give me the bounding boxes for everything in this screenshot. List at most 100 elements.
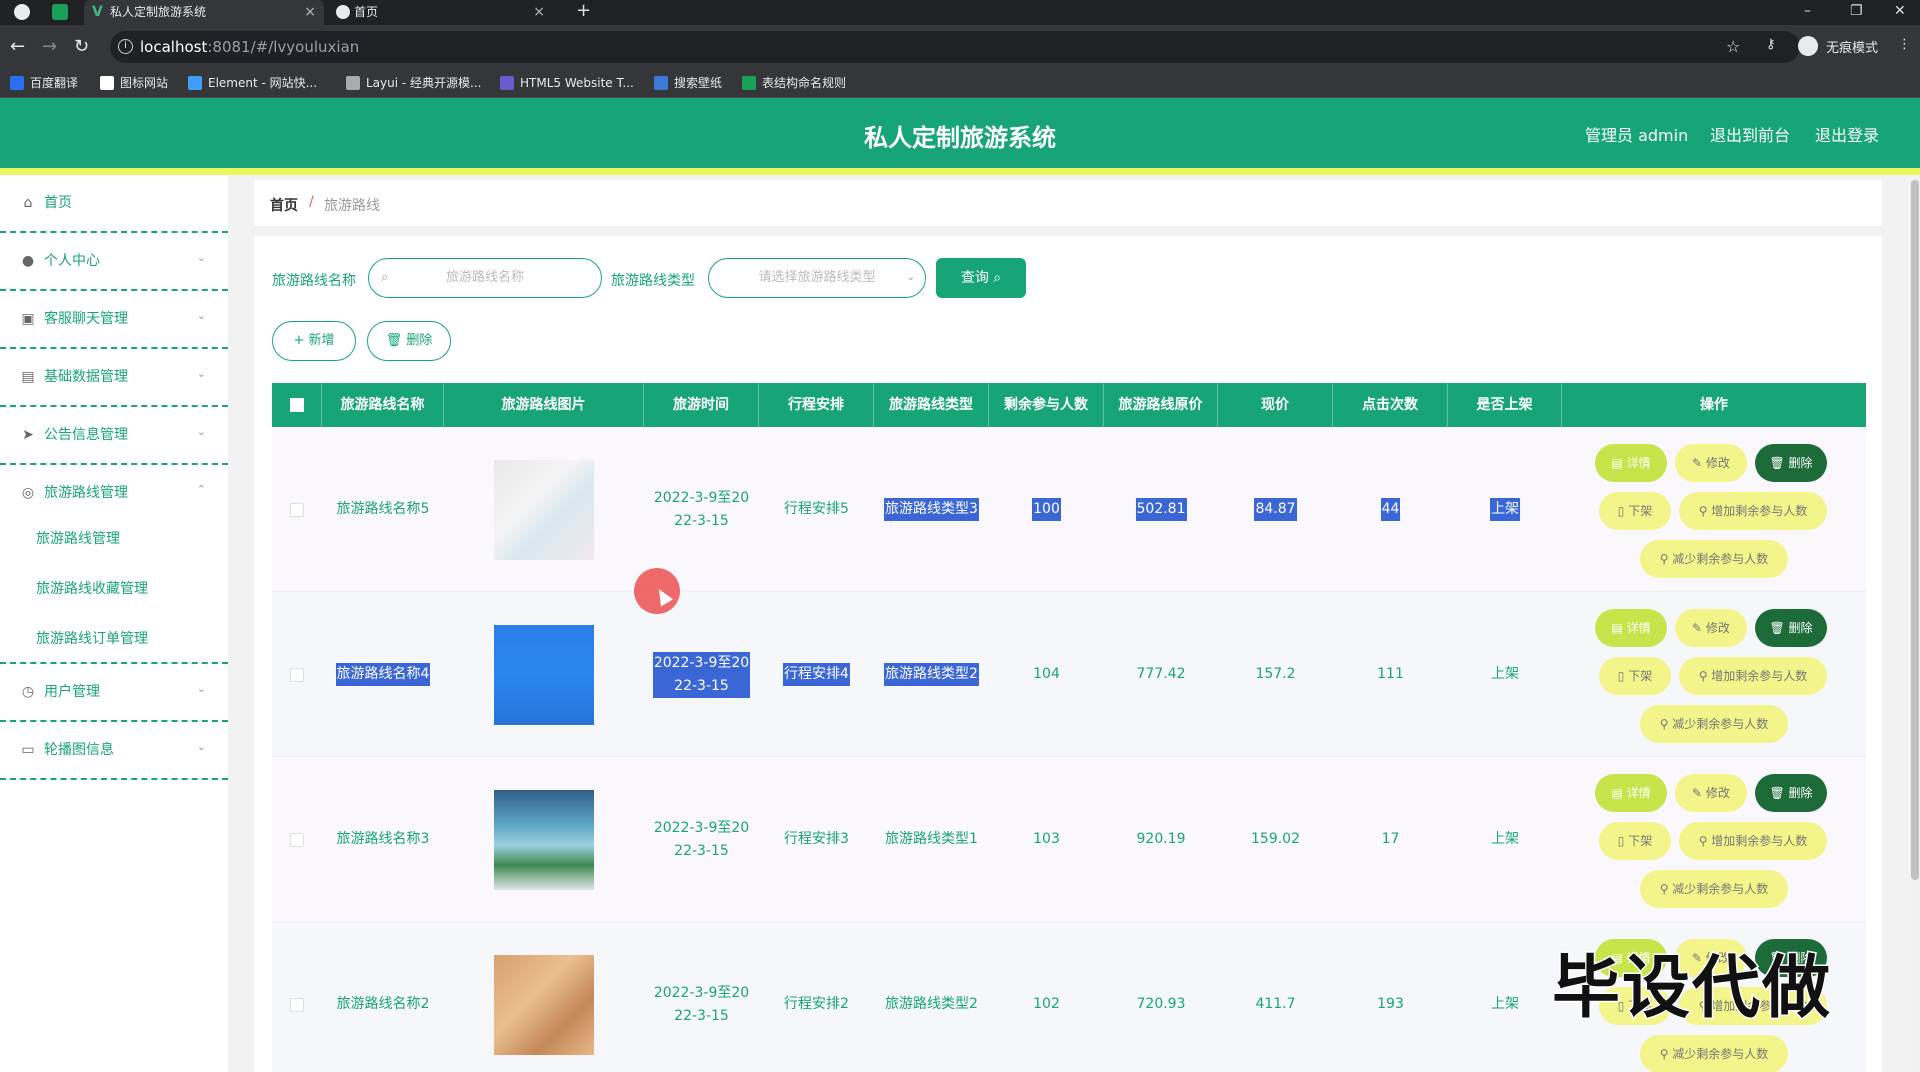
table-cell xyxy=(272,592,322,757)
current-price: 411.7 xyxy=(1255,996,1296,1012)
table-cell: 旅游路线类型3 xyxy=(874,427,989,592)
delete-button[interactable]: 🗑 删除 xyxy=(1755,609,1827,647)
off-shelf-button[interactable]: ▯ 下架 xyxy=(1599,492,1671,530)
route-image[interactable] xyxy=(494,459,594,560)
key-icon[interactable]: ⚷ xyxy=(1766,37,1776,52)
route-image[interactable] xyxy=(494,624,594,725)
route-icon: ◎ xyxy=(21,485,35,501)
route-image[interactable] xyxy=(494,954,594,1055)
close-icon[interactable]: × xyxy=(304,0,316,25)
scrollbar-thumb[interactable] xyxy=(1911,180,1919,880)
bookmarks-bar: 百度翻译 图标网站 Element - 网站快... Layui - 经典开源模… xyxy=(0,69,1920,98)
sidebar-item-chat[interactable]: ▣ 客服聊天管理 ⌄ xyxy=(0,291,228,349)
click-count: 193 xyxy=(1377,996,1404,1012)
table-cell: 旅游路线名称3 xyxy=(322,757,444,922)
header-select-all[interactable] xyxy=(272,383,322,427)
table-cell: 2022-3-9至20 22-3-15 xyxy=(644,757,759,922)
element-icon xyxy=(188,76,202,90)
decrease-remaining-button[interactable]: ⚲ 减少剩余参与人数 xyxy=(1640,705,1788,743)
logout-link[interactable]: 退出登录 xyxy=(1815,122,1879,146)
url-input[interactable]: i localhost:8081/#/lvyouluxian xyxy=(110,31,1800,63)
bookmark-item[interactable]: 图标网站 xyxy=(100,75,168,91)
route-image[interactable] xyxy=(494,789,594,890)
batch-delete-button[interactable]: 🗑 删除 xyxy=(367,321,451,361)
forward-icon[interactable]: → xyxy=(42,37,57,57)
bookmark-item[interactable]: HTML5 Website T... xyxy=(500,75,634,91)
increase-remaining-button[interactable]: ⚲ 增加剩余参与人数 xyxy=(1679,492,1827,530)
breadcrumb-home[interactable]: 首页 xyxy=(270,195,298,215)
select-all-checkbox[interactable] xyxy=(289,398,304,412)
sidebar-item-notice[interactable]: ➤ 公告信息管理 ⌄ xyxy=(0,407,228,465)
restore-button[interactable]: ❐ xyxy=(1850,0,1863,22)
info-icon[interactable]: i xyxy=(118,39,133,54)
sidebar-item-route[interactable]: ◎ 旅游路线管理 ⌃ xyxy=(0,465,228,523)
bookmark-item[interactable]: Layui - 经典开源模... xyxy=(346,75,481,91)
query-button[interactable]: 查询 ⌕ xyxy=(936,258,1026,298)
bookmark-item[interactable]: 表结构命名规则 xyxy=(742,75,846,91)
table-row: 旅游路线名称5 2022-3-9至20 22-3-15 行程安排5 旅游路线类型3 100… xyxy=(272,427,1866,592)
tab-title: 私人定制旅游系统 xyxy=(110,5,207,19)
decrease-remaining-button[interactable]: ⚲ 减少剩余参与人数 xyxy=(1640,540,1788,578)
html5-icon xyxy=(500,76,514,90)
edit-button[interactable]: ✎ 修改 xyxy=(1675,774,1747,812)
bookmark-item[interactable]: Element - 网站快... xyxy=(188,75,317,91)
row-checkbox[interactable] xyxy=(290,667,304,682)
row-checkbox[interactable] xyxy=(290,832,304,847)
browser-globe-icon[interactable] xyxy=(14,4,30,20)
close-icon[interactable]: × xyxy=(533,0,545,25)
decrease-remaining-button[interactable]: ⚲ 减少剩余参与人数 xyxy=(1640,870,1788,908)
bookmark-item[interactable]: 百度翻译 xyxy=(10,75,78,91)
edit-button[interactable]: ✎ 修改 xyxy=(1675,609,1747,647)
row-checkbox[interactable] xyxy=(290,502,304,517)
url-path: :8081/#/lvyouluxian xyxy=(207,38,360,56)
exit-to-front-link[interactable]: 退出到前台 xyxy=(1710,122,1790,146)
bookmark-item[interactable]: 搜索壁纸 xyxy=(654,75,722,91)
sidebar-item-basic-data[interactable]: ▤ 基础数据管理 ⌄ xyxy=(0,349,228,407)
sidebar-subitem-route-favorites[interactable]: 旅游路线收藏管理 xyxy=(36,578,148,598)
new-tab-button[interactable]: + xyxy=(576,0,591,22)
sidebar-item-users[interactable]: ◷ 用户管理 ⌄ xyxy=(0,664,228,722)
pinned-tab-icon[interactable] xyxy=(52,4,68,20)
remaining-count: 100 xyxy=(1033,501,1060,517)
remaining-count: 102 xyxy=(1033,996,1060,1012)
minimize-button[interactable]: – xyxy=(1804,0,1811,22)
off-shelf-button[interactable]: ▯ 下架 xyxy=(1599,657,1671,695)
detail-button[interactable]: ▤ 详情 xyxy=(1595,774,1667,812)
home-icon: ⌂ xyxy=(23,195,33,211)
sidebar-item-profile[interactable]: ● 个人中心 ⌄ xyxy=(0,233,228,291)
incognito-icon[interactable] xyxy=(1798,36,1818,56)
reload-icon[interactable]: ↻ xyxy=(74,37,89,57)
table-cell: 104 xyxy=(989,592,1104,757)
tab-home[interactable]: 首页 × xyxy=(328,0,553,25)
route-name-label: 旅游路线名称 xyxy=(272,273,356,289)
route-name-input[interactable]: ⌕ 旅游路线名称 xyxy=(368,258,602,298)
tab-active[interactable]: V 私人定制旅游系统 × xyxy=(84,0,324,25)
delete-button[interactable]: 🗑 删除 xyxy=(1755,444,1827,482)
route-type-select[interactable]: 请选择旅游路线类型 ⌄ xyxy=(708,258,926,298)
delete-button[interactable]: 🗑 删除 xyxy=(1755,774,1827,812)
add-button[interactable]: + 新增 xyxy=(272,321,356,361)
table-cell: 行程安排4 xyxy=(759,592,874,757)
shelf-status: 上架 xyxy=(1491,666,1519,682)
detail-button[interactable]: ▤ 详情 xyxy=(1595,444,1667,482)
back-icon[interactable]: ← xyxy=(10,37,25,57)
increase-remaining-button[interactable]: ⚲ 增加剩余参与人数 xyxy=(1679,822,1827,860)
sidebar-subitem-route-orders[interactable]: 旅游路线订单管理 xyxy=(36,628,148,648)
chevron-up-icon: ⌃ xyxy=(196,483,206,496)
breadcrumb: 首页 / 旅游路线 xyxy=(254,180,1882,226)
star-icon[interactable]: ☆ xyxy=(1726,37,1740,56)
increase-remaining-button[interactable]: ⚲ 增加剩余参与人数 xyxy=(1679,657,1827,695)
page-scrollbar[interactable] xyxy=(1910,180,1920,1072)
decrease-remaining-button[interactable]: ⚲ 减少剩余参与人数 xyxy=(1640,1035,1788,1072)
edit-button[interactable]: ✎ 修改 xyxy=(1675,444,1747,482)
incognito-label[interactable]: 无痕模式 xyxy=(1826,37,1878,56)
menu-icon[interactable]: ⋮ xyxy=(1898,37,1911,52)
sidebar-subitem-route-manage[interactable]: 旅游路线管理 xyxy=(36,528,120,548)
close-window-button[interactable]: ✕ xyxy=(1894,0,1906,22)
sidebar-item-home[interactable]: ⌂ 首页 xyxy=(0,175,228,233)
detail-button[interactable]: ▤ 详情 xyxy=(1595,609,1667,647)
sidebar-item-carousel[interactable]: ▭ 轮播图信息 ⌄ xyxy=(0,722,228,780)
row-checkbox[interactable] xyxy=(290,997,304,1012)
sidebar: ⌂ 首页 ● 个人中心 ⌄ ▣ 客服聊天管理 ⌄ ▤ 基础数据管理 ⌄ ➤ 公告… xyxy=(0,175,228,1072)
off-shelf-button[interactable]: ▯ 下架 xyxy=(1599,822,1671,860)
